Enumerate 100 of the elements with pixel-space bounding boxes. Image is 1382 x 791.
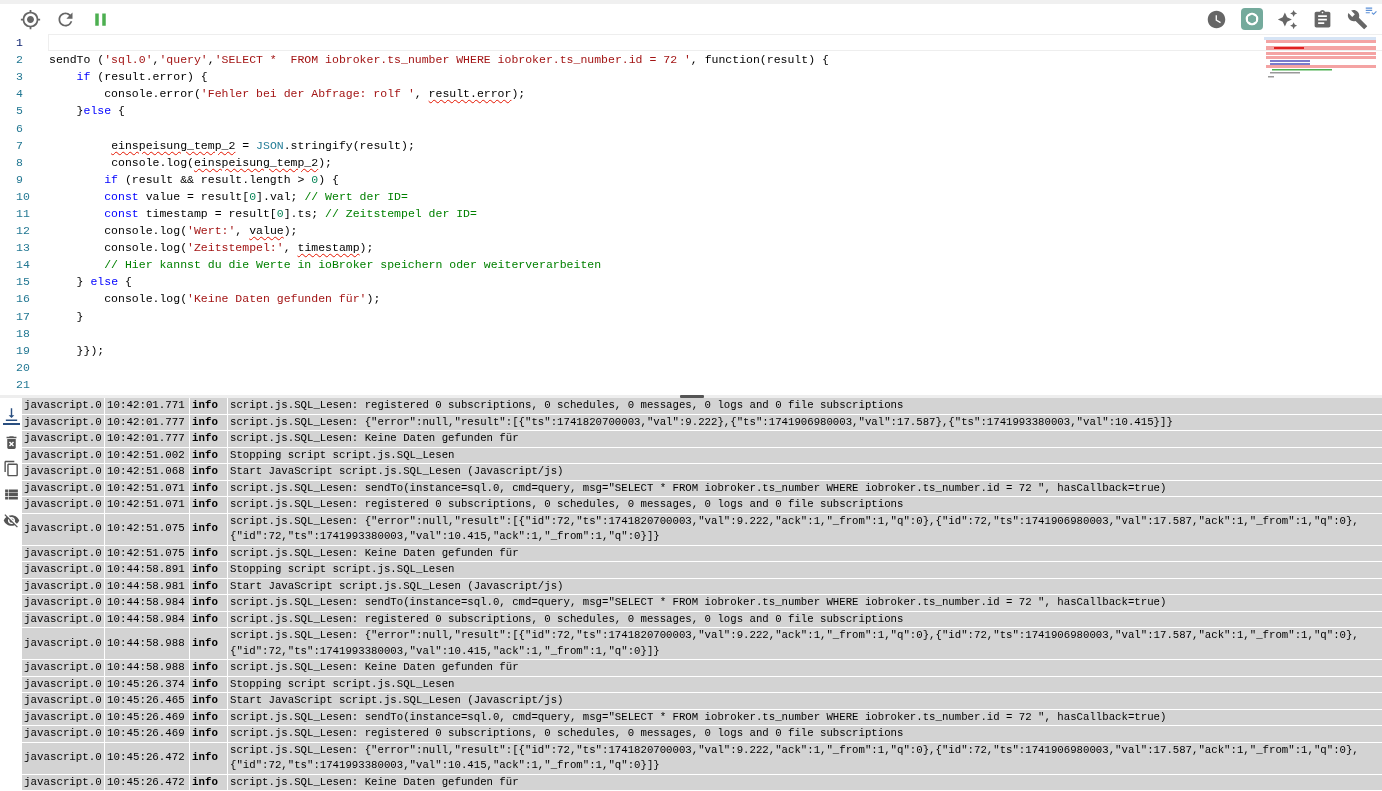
log-message: script.js.SQL_Lesen: registered 0 subscriptions, 0 schedules, 0 messages, 0 logs and 0 file subscriptions — [228, 611, 1382, 627]
line-number: 12 — [15, 224, 31, 238]
line-number: 7 — [15, 138, 24, 152]
log-level: info — [190, 611, 227, 627]
log-message: Stopping script script.js.SQL_Lesen — [228, 676, 1382, 692]
log-message: Start JavaScript script.js.SQL_Lesen (Javascript/js) — [228, 464, 1382, 480]
line-number: 11 — [15, 207, 31, 220]
log-source: javascript.0 — [22, 414, 104, 430]
log-level: info — [190, 480, 227, 496]
log-message: script.js.SQL_Lesen: sendTo(instance=sql.0, cmd=query, msg="SELECT * FROM iobroker.ts_number WHERE iobroker.ts_number.id = 72 ", hasCallback=true) — [228, 709, 1382, 725]
line-number: 1 — [15, 36, 24, 50]
log-message: script.js.SQL_Lesen: Keine Daten gefunden für — [228, 431, 1382, 447]
log-source: javascript.0 — [22, 578, 104, 594]
log-level: info — [190, 414, 227, 430]
log-message: Start JavaScript script.js.SQL_Lesen (Javascript/js) — [228, 578, 1382, 594]
log-message: Start JavaScript script.js.SQL_Lesen (Javascript/js) — [228, 693, 1382, 709]
log-time: 10:44:58.891 — [105, 562, 189, 578]
log-level: info — [190, 709, 227, 725]
minimap-drawing[interactable] — [1264, 37, 1376, 79]
log-source: javascript.0 — [22, 497, 104, 513]
log-level: info — [190, 774, 227, 790]
log-source: javascript.0 — [22, 431, 104, 447]
log-time: 10:42:01.777 — [105, 431, 189, 447]
log-time: 10:45:26.472 — [105, 742, 189, 774]
log-source: javascript.0 — [22, 562, 104, 578]
log-message: script.js.SQL_Lesen: registered 0 subscriptions, 0 schedules, 0 messages, 0 logs and 0 file subscriptions — [228, 726, 1382, 742]
code-line: } else { — [75, 275, 132, 289]
line-number: 9 — [15, 172, 24, 186]
log-time: 10:42:01.771 — [105, 398, 189, 414]
log-time: 10:45:26.374 — [105, 676, 189, 692]
line-number: 21 — [15, 377, 31, 391]
log-time: 10:45:26.469 — [105, 726, 189, 742]
log-level: info — [190, 628, 227, 659]
log-time: 10:44:58.988 — [105, 660, 189, 676]
log-source: javascript.0 — [22, 726, 104, 742]
log-level: info — [190, 464, 227, 480]
line-number: 19 — [15, 343, 31, 357]
log-level: info — [190, 676, 227, 692]
log-level: info — [190, 726, 227, 742]
splitter-handle[interactable] — [680, 395, 704, 398]
line-number: 4 — [15, 87, 24, 101]
log-time: 10:42:51.002 — [105, 447, 189, 463]
log-time: 10:44:58.988 — [105, 628, 189, 659]
log-message: Stopping script script.js.SQL_Lesen — [228, 562, 1382, 578]
log-level: info — [190, 595, 227, 611]
code-line: console.log('Keine Daten gefunden für'); — [103, 292, 381, 306]
log-time: 10:42:51.075 — [105, 513, 189, 545]
copy-icon[interactable] — [2, 460, 20, 477]
code-line: sendTo ('sql.0','query','SELECT * FROM iobroker.ts_number WHERE iobroker.ts_number.id = 72 ', function(result) { — [49, 53, 829, 67]
sparkles-icon[interactable] — [1277, 8, 1298, 30]
wrench-icon[interactable] — [1347, 8, 1368, 30]
log-source: javascript.0 — [22, 628, 104, 659]
log-source: javascript.0 — [22, 480, 104, 496]
line-number: 16 — [15, 292, 31, 306]
log-level: info — [190, 513, 227, 545]
log-source: javascript.0 — [22, 464, 104, 480]
log-message: script.js.SQL_Lesen: Keine Daten gefunden für — [228, 545, 1382, 561]
log-time: 10:45:26.469 — [105, 709, 189, 725]
locate-icon[interactable] — [20, 8, 41, 30]
log-source: javascript.0 — [22, 513, 104, 545]
log-source: javascript.0 — [22, 742, 104, 774]
log-source: javascript.0 — [22, 447, 104, 463]
log-message: script.js.SQL_Lesen: registered 0 subscriptions, 0 schedules, 0 messages, 0 logs and 0 file subscriptions — [228, 398, 1382, 414]
log-source: javascript.0 — [22, 660, 104, 676]
line-number: 5 — [15, 104, 24, 118]
log-message: script.js.SQL_Lesen: sendTo(instance=sql.0, cmd=query, msg="SELECT * FROM iobroker.ts_number WHERE iobroker.ts_number.id = 72 ", hasCallback=true) — [228, 480, 1382, 496]
log-level: info — [190, 398, 227, 414]
code-line: } — [75, 309, 84, 323]
code-line: const value = result[0].val; // Wert der ID= — [103, 189, 408, 203]
log-message: script.js.SQL_Lesen: registered 0 subscriptions, 0 schedules, 0 messages, 0 logs and 0 file subscriptions — [228, 497, 1382, 513]
line-number: 15 — [15, 275, 31, 289]
log-source: javascript.0 — [22, 398, 104, 414]
log-source: javascript.0 — [22, 545, 104, 561]
log-source: javascript.0 — [22, 709, 104, 725]
line-number: 2 — [15, 53, 24, 67]
line-number: 6 — [15, 121, 24, 135]
log-time: 10:44:58.984 — [105, 595, 189, 611]
code-line: einspeisung_temp_2 = JSON.stringify(result); — [110, 138, 415, 152]
code-line: console.log('Zeitstempel:', timestamp); — [103, 241, 374, 255]
code-line: }}); — [75, 343, 105, 357]
log-source: javascript.0 — [22, 774, 104, 790]
code-line: const timestamp = result[0].ts; // Zeitstempel der ID= — [103, 207, 477, 220]
log-level: info — [190, 497, 227, 513]
log-source: javascript.0 — [22, 693, 104, 709]
clipboard-icon[interactable] — [1312, 8, 1333, 30]
log-source: javascript.0 — [22, 595, 104, 611]
log-time: 10:42:01.777 — [105, 414, 189, 430]
line-number: 13 — [15, 241, 31, 255]
log-level: info — [190, 742, 227, 774]
knot-logo-icon[interactable] — [1241, 8, 1263, 30]
line-number: 14 — [15, 258, 31, 272]
log-time: 10:45:26.465 — [105, 693, 189, 709]
clock-icon[interactable] — [1206, 8, 1227, 30]
log-level: info — [190, 545, 227, 561]
code-line: console.error('Fehler bei der Abfrage: rolf ', result.error); — [103, 87, 526, 101]
code-line: }else { — [75, 104, 125, 118]
eye-off-icon[interactable] — [2, 512, 20, 529]
log-time: 10:42:51.071 — [105, 480, 189, 496]
scroll-bottom-icon[interactable] — [2, 406, 20, 425]
code-line: console.log('Wert:', value); — [103, 224, 298, 238]
